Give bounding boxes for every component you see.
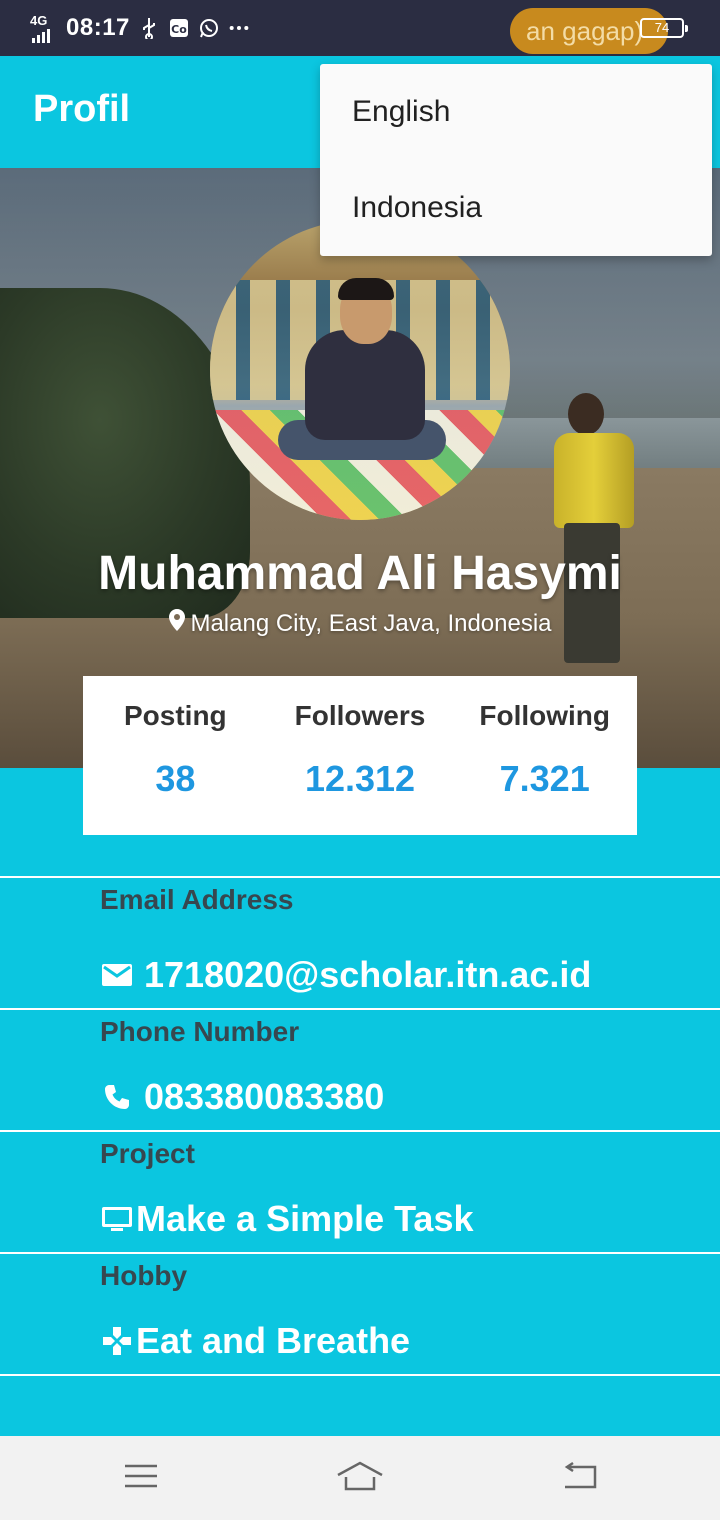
phone-icon <box>100 1080 134 1114</box>
usb-icon <box>138 17 160 39</box>
back-button[interactable] <box>554 1456 604 1500</box>
stat-value: 7.321 <box>499 758 590 799</box>
home-icon <box>335 1459 385 1498</box>
stat-label: Following <box>479 700 610 731</box>
location-pin-icon <box>168 608 186 639</box>
email-text: 1718020@scholar.itn.ac.id <box>144 954 592 995</box>
stat-label: Followers <box>294 700 426 731</box>
profile-name: Muhammad Ali Hasymi <box>98 547 622 600</box>
project-value[interactable]: Make a Simple Task <box>100 1198 474 1240</box>
gamepad-icon <box>100 1324 134 1358</box>
email-icon <box>100 958 134 992</box>
phone-label: Phone Number <box>100 1016 300 1047</box>
profile-location: Malang City, East Java, Indonesia <box>0 608 720 639</box>
clock: 08:17 <box>66 14 130 41</box>
more-notifications-icon <box>228 17 250 39</box>
stat-followers[interactable]: Followers 12.312 <box>268 676 453 835</box>
divider <box>0 1008 720 1010</box>
divider <box>0 876 720 878</box>
status-bar-left: 4G 08:17 Co <box>30 10 250 46</box>
signal-icon: 4G <box>30 13 58 43</box>
divider <box>0 1374 720 1376</box>
hobby-label: Hobby <box>100 1260 188 1291</box>
battery-level: 74 <box>654 20 670 35</box>
menu-item-indonesia[interactable]: Indonesia <box>320 160 712 256</box>
stat-posting[interactable]: Posting 38 <box>83 676 268 835</box>
language-menu: English Indonesia <box>320 64 712 256</box>
home-button[interactable] <box>335 1456 385 1500</box>
stat-value: 38 <box>155 758 196 799</box>
stat-value: 12.312 <box>304 758 416 799</box>
email-value[interactable]: 1718020@scholar.itn.ac.id <box>100 954 591 996</box>
location-text: Malang City, East Java, Indonesia <box>190 609 552 637</box>
stat-label: Posting <box>124 700 227 731</box>
email-label: Email Address <box>100 884 294 915</box>
stats-card: Posting 38 Followers 12.312 Following 7.… <box>83 676 637 835</box>
avatar[interactable] <box>210 220 510 520</box>
hobby-value[interactable]: Eat and Breathe <box>100 1320 410 1362</box>
project-label: Project <box>100 1138 195 1169</box>
system-navigation-bar <box>0 1436 720 1520</box>
hobby-text: Eat and Breathe <box>136 1320 411 1361</box>
monitor-icon <box>100 1202 134 1236</box>
menu-button[interactable] <box>116 1456 166 1500</box>
phone-value[interactable]: 083380083380 <box>100 1076 384 1118</box>
page-title: Profil <box>33 88 131 130</box>
hamburger-icon <box>123 1462 159 1495</box>
whatsapp-icon <box>198 17 220 39</box>
stat-following[interactable]: Following 7.321 <box>452 676 637 835</box>
svg-text:Co: Co <box>171 23 187 36</box>
notification-pill-text: an gagap) <box>526 16 644 46</box>
divider <box>0 1130 720 1132</box>
menu-item-english[interactable]: English <box>320 64 712 160</box>
app-notification-icon: Co <box>168 17 190 39</box>
divider <box>0 1252 720 1254</box>
phone-text: 083380083380 <box>144 1076 385 1117</box>
back-icon <box>559 1461 599 1496</box>
project-text: Make a Simple Task <box>136 1198 474 1239</box>
status-bar: 4G 08:17 Co an gagap) 74 <box>0 0 720 56</box>
network-type-label: 4G <box>30 13 48 28</box>
battery-icon: 74 <box>640 18 688 38</box>
